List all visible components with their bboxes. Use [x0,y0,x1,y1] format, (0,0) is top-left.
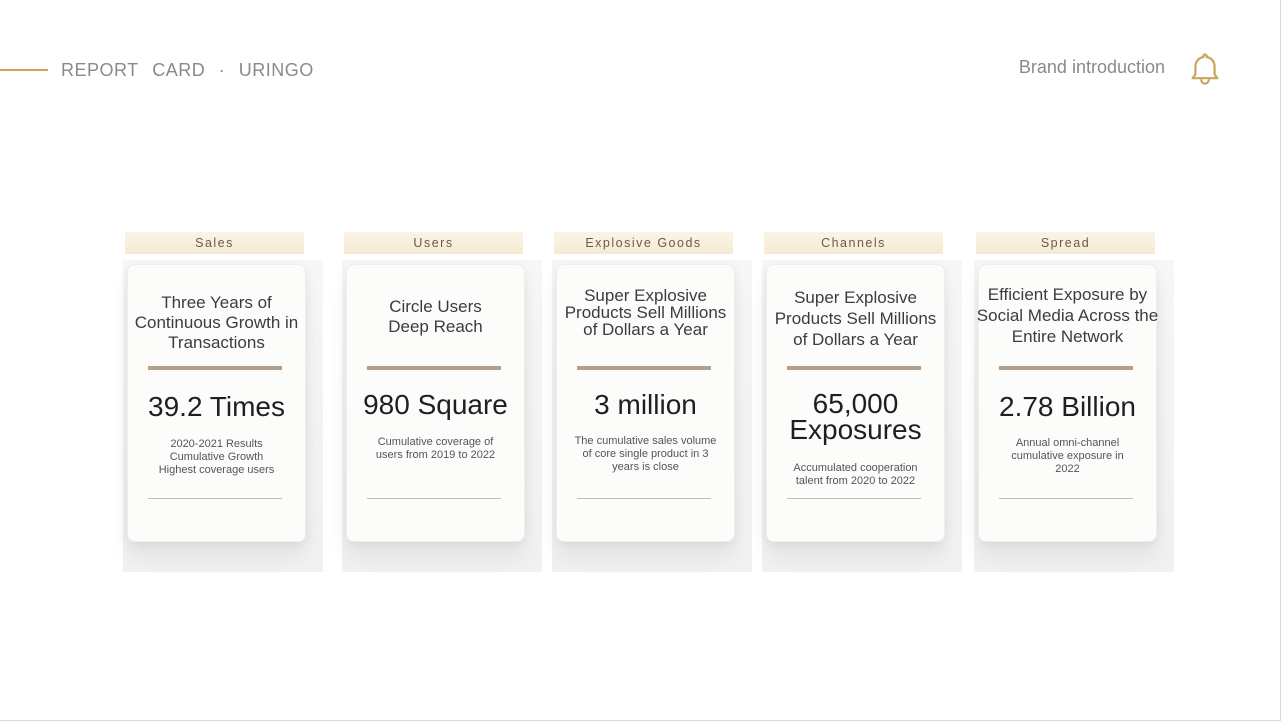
card-tab-users[interactable]: Users [344,232,523,254]
card-divider [367,366,501,370]
card-description: The cumulative sales volume of core sing… [574,435,717,473]
card-heading: Three Years of Continuous Growth in Tran… [134,293,299,352]
card-metric: 65,000 Exposures [789,388,922,445]
report-title-separator: · [218,60,226,80]
report-title: REPORT CARD · URINGO [61,60,322,81]
card-tab-spread[interactable]: Spread [976,232,1155,254]
card-body: Efficient Exposure by Social Media Acros… [976,264,1159,542]
card-body: Super Explosive Products Sell Millions o… [766,264,945,542]
card-spread: Spread Efficient Exposure by Social Medi… [974,232,1176,572]
brand-introduction-link[interactable]: Brand introduction [1019,57,1165,78]
card-body: Circle Users Deep Reach 980 Square Cumul… [346,264,525,542]
card-bottom-rule [577,498,711,499]
slide: REPORT CARD · URINGO Brand introduction … [0,0,1281,721]
card-description: Cumulative coverage of users from 2019 t… [375,436,496,461]
card-tab-channels[interactable]: Channels [764,232,943,254]
card-bottom-rule [787,498,921,499]
card-description: Accumulated cooperation talent from 2020… [793,462,918,487]
card-sales: Sales Three Years of Continuous Growth i… [123,232,325,572]
card-tab-explosive-goods[interactable]: Explosive Goods [554,232,733,254]
card-metric: 39.2 Times [148,391,285,422]
bell-icon-graphic [1191,53,1219,85]
card-metric: 980 Square [363,389,508,420]
header-accent-line [0,69,48,71]
card-description: 2020-2021 Results Cumulative Growth High… [158,438,275,476]
card-channels: Channels Super Explosive Products Sell M… [762,232,964,572]
card-users: Users Circle Users Deep Reach 980 Square… [342,232,544,572]
card-description: Annual omni-channel cumulative exposure … [1011,437,1124,475]
bell-icon[interactable] [1187,51,1223,87]
report-title-brand: URINGO [238,60,314,80]
card-divider [577,366,711,370]
card-heading: Efficient Exposure by Social Media Acros… [976,285,1159,346]
report-title-part: REPORT [61,60,139,80]
card-tab-sales[interactable]: Sales [125,232,304,254]
card-divider [148,366,282,370]
card-metric: 3 million [594,389,697,420]
report-title-part: CARD [152,60,206,80]
card-bottom-rule [999,498,1133,499]
card-bottom-rule [367,498,501,499]
card-heading: Super Explosive Products Sell Millions o… [774,288,937,349]
card-body: Super Explosive Products Sell Millions o… [556,264,735,542]
card-explosive-goods: Explosive Goods Super Explosive Products… [552,232,754,572]
card-metric: 2.78 Billion [999,391,1136,422]
card-body: Three Years of Continuous Growth in Tran… [127,264,306,542]
card-bottom-rule [148,498,282,499]
card-divider [787,366,921,370]
card-heading: Super Explosive Products Sell Millions o… [564,286,727,339]
card-divider [999,366,1133,370]
card-heading: Circle Users Deep Reach [388,297,483,336]
